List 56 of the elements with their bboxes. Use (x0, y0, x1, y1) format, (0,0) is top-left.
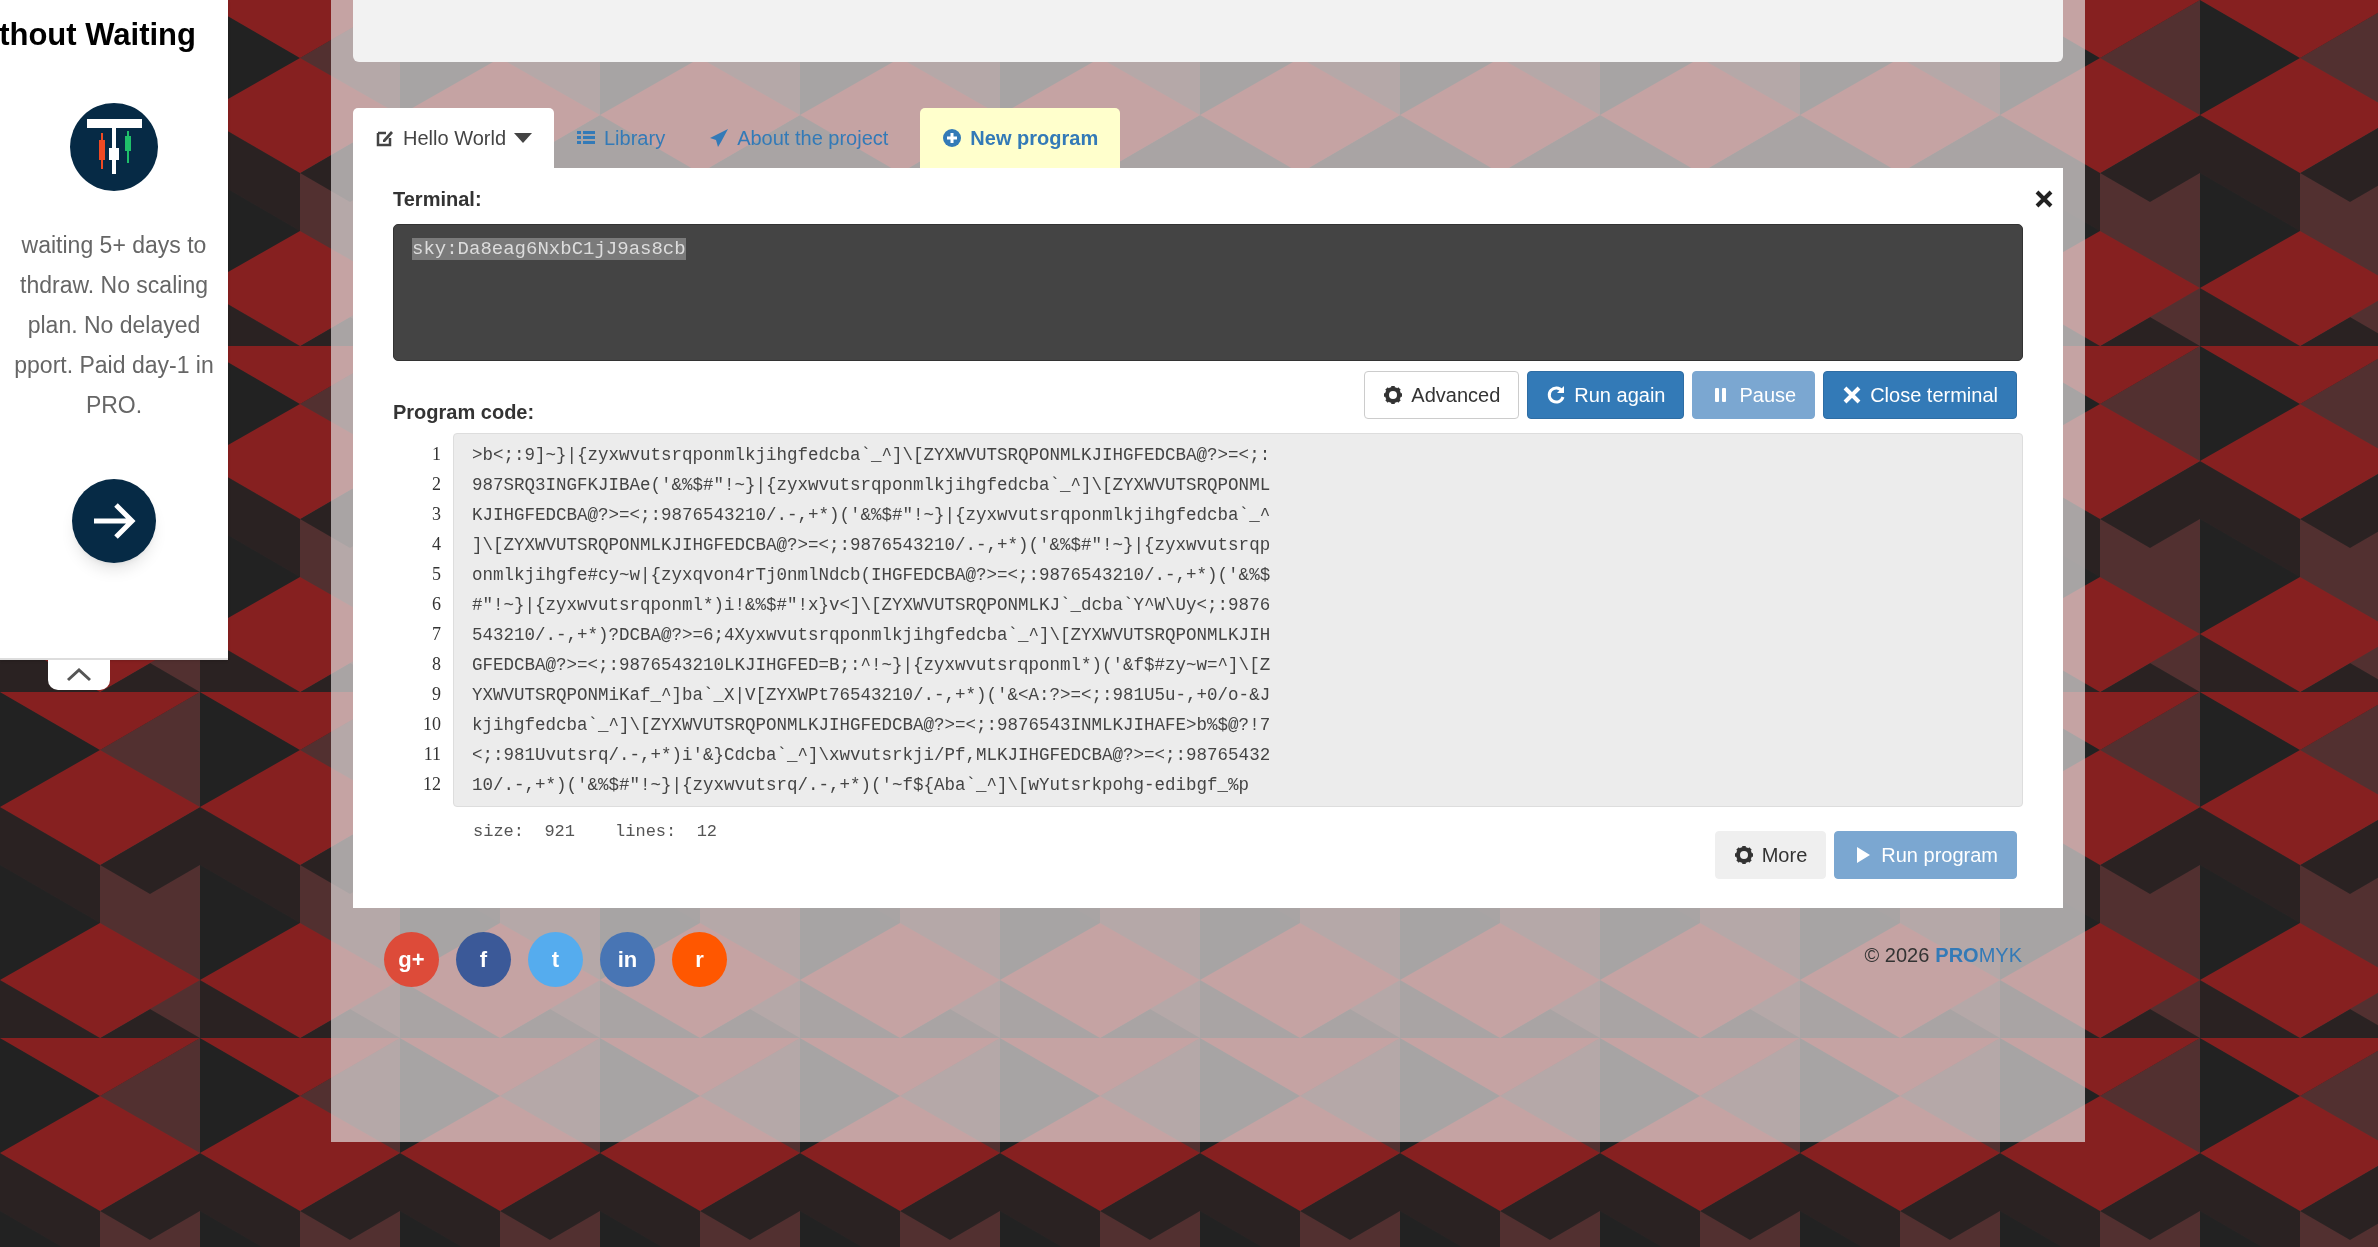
plus-circle-icon (942, 128, 963, 148)
gear-icon (1383, 385, 1404, 405)
terminal-label: Terminal: (393, 187, 482, 212)
gear-icon (1733, 845, 1754, 865)
code-line: GFEDCBA@?>=<;:9876543210LKJIHGFED=B;:^!~}|{zyxwvutsrqponml*)('&f$#zy~w=^]\[Z (472, 654, 1271, 677)
collapse-tab[interactable] (48, 660, 110, 690)
line-number: 9 (432, 683, 441, 706)
line-number: 5 (432, 563, 441, 586)
code-line: >b<;:9]~}|{zyxwvutsrqponmlkjihgfedcba`_^]\[ZYXWVUTSRQPONMLKJIHGFEDCBA@?>=<;: (472, 444, 1271, 467)
code-line: 10/.-,+*)('&%$#"!~}|{zyxwvutsrq/.-,+*)('~f${Aba`_^]\[wYutsrkpohg-edibgf_%p (472, 774, 1250, 797)
code-line: 543210/.-,+*)?DCBA@?>=6;4Xyxwvutsrqponmlkjihgfedcba`_^]\[ZYXWVUTSRQPONMLKJIH (472, 624, 1271, 647)
redo-icon (1546, 385, 1567, 405)
line-number: 10 (423, 713, 441, 736)
action-button[interactable]: More (1714, 831, 1827, 879)
paragraph-line: thdraw. No scaling (20, 270, 208, 300)
paper-plane-icon (709, 128, 730, 148)
action-button[interactable]: Close terminal (1823, 371, 2017, 419)
panel-title: thout Waiting (0, 16, 197, 54)
code-line: kjihgfedcba`_^]\[ZYXWVUTSRQPONMLKJIHGFEDCBA@?>=<;:9876543INMLKJIHAFE>b%$@?!7 (472, 714, 1271, 737)
line-number: 7 (432, 623, 441, 646)
code-line: YXWVUTSRQPONMiKaf_^]ba`_X|V[ZYXWPt76543210/.-,+*)('&<A:?>=<;:981U5u-,+0/o-&J (472, 684, 1271, 707)
code-line: KJIHGFEDCBA@?>=<;:9876543210/.-,+*)('&%$#"!~}|{zyxwvutsrqponmlkjihgfedcba`_^ (472, 504, 1271, 527)
line-number: 2 (432, 473, 441, 496)
paragraph-line: waiting 5+ days to (21, 230, 207, 260)
action-button[interactable]: Run again (1527, 371, 1685, 419)
close-icon (1842, 385, 1863, 405)
line-number: 4 (432, 533, 441, 556)
code-line: <;:981Uvutsrq/.-,+*)i'&}Cdcba`_^]\xwvutsrkji/Pf,MLKJIHGFEDCBA@?>=<;:98765432 (472, 744, 1271, 767)
line-number: 12 (423, 773, 441, 796)
code-editor[interactable] (453, 433, 2023, 807)
arrow-right-icon (92, 500, 136, 541)
stat-text: size: 921 (473, 821, 576, 843)
paragraph-line: PRO. (85, 390, 143, 420)
line-number: 8 (432, 653, 441, 676)
copyright-text: © 2026 (1864, 942, 1930, 968)
code-line: ]\[ZYXWVUTSRQPONMLKJIHGFEDCBA@?>=<;:9876543210/.-,+*)('&%$#"!~}|{zyxwvutsrqp (472, 534, 1271, 557)
stat-text: lines: 12 (615, 821, 718, 843)
code-line: 987SRQ3INGFKJIBAe('&%$#"!~}|{zyxwvutsrqponmlkjihgfedcba`_^]\[ZYXWVUTSRQPONML (472, 474, 1271, 497)
tab[interactable]: New program (920, 108, 1121, 168)
terminal-output: sky:Da8eag6NxbC1jJ9as8cb (412, 238, 686, 260)
caret-down-icon (514, 133, 532, 143)
candlestick-logo-icon (70, 102, 158, 191)
chevron-up-icon (66, 668, 92, 682)
close-icon[interactable] (2035, 190, 2053, 208)
paragraph-line: plan. No delayed (27, 310, 201, 340)
paragraph-line: pport. Paid day-1 in (14, 350, 214, 380)
action-button[interactable]: Advanced (1364, 371, 1520, 419)
line-number: 6 (432, 593, 441, 616)
program-code-label: Program code: (393, 400, 535, 425)
edit-icon (375, 128, 395, 148)
code-line: onmlkjihgfe#cy~w|{zyxqvon4rTj0nmlNdcb(IHGFEDCBA@?>=<;:9876543210/.-,+*)('&%$ (472, 564, 1271, 587)
line-number: 11 (423, 743, 441, 766)
line-number: 3 (432, 503, 441, 526)
tab[interactable]: Hello World (353, 108, 554, 168)
code-line: #"!~}|{zyxwvutsrqponml*)i!&%$#"!x}v<]\[ZYXWVUTSRQPONMLKJ`_dcba`Y^W\Uy<;:9876 (472, 594, 1271, 617)
line-number: 1 (432, 443, 441, 466)
